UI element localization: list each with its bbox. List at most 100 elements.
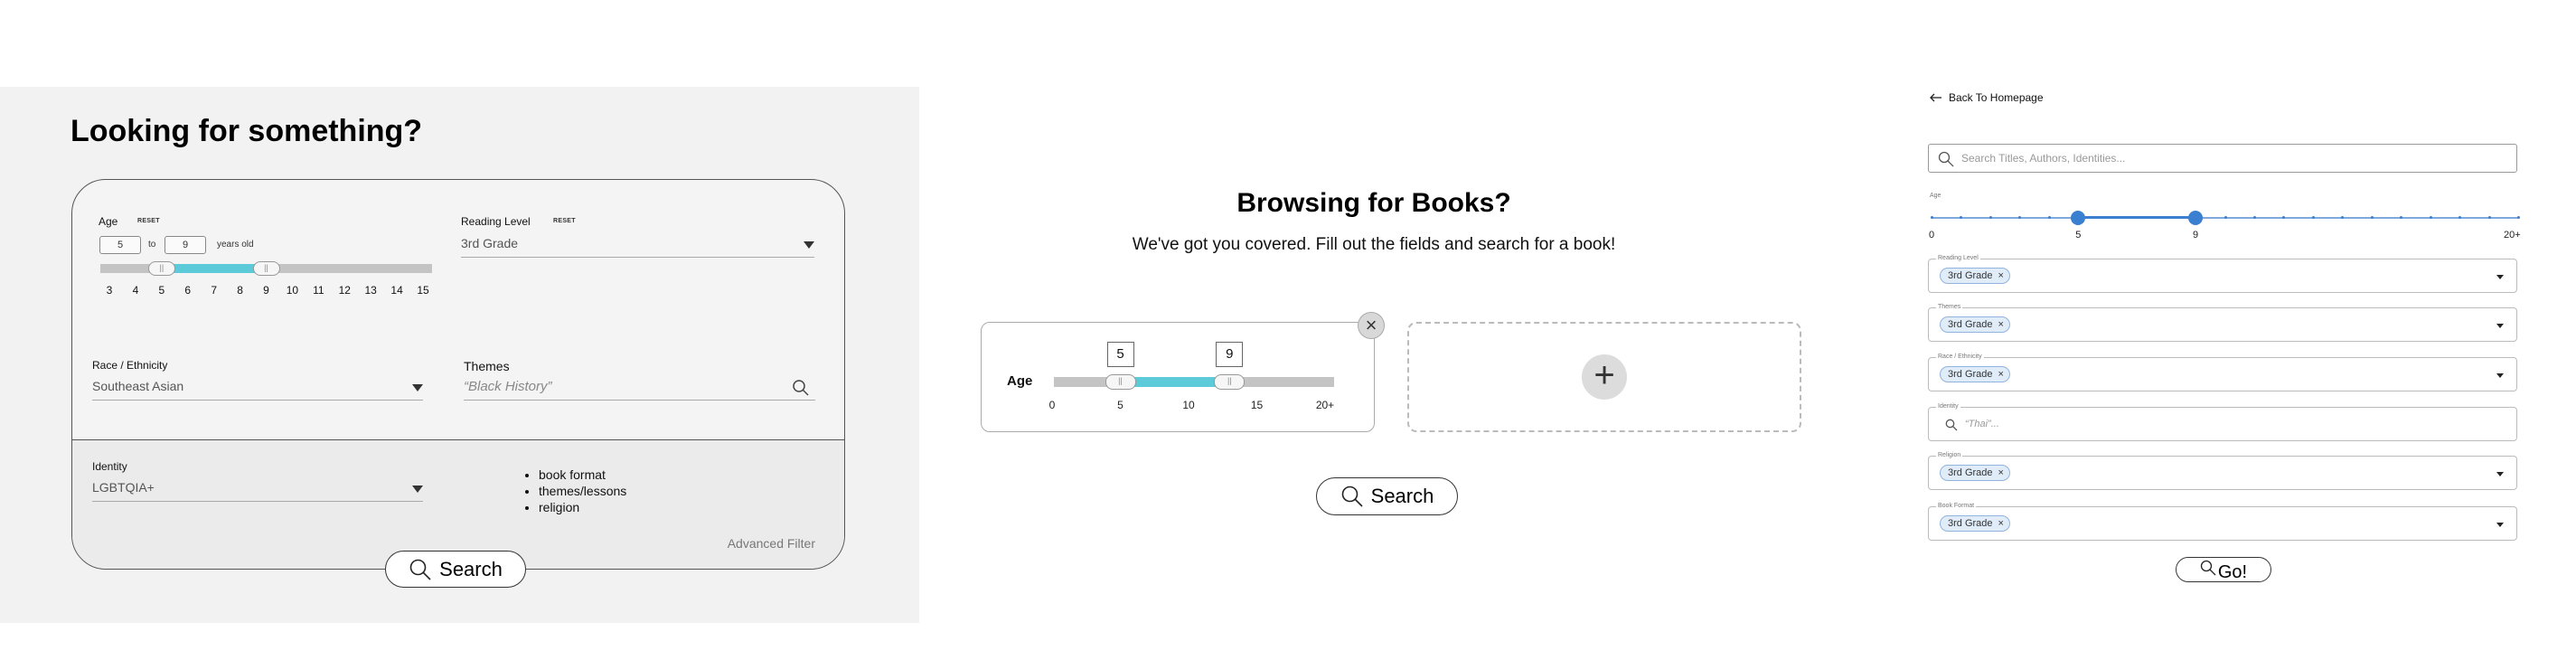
arrow-left-icon xyxy=(1930,93,1941,102)
chevron-down-icon[interactable] xyxy=(2496,523,2504,527)
age-tick-label: 9 xyxy=(263,284,269,297)
close-icon[interactable]: × xyxy=(1358,312,1385,339)
age-min-value-box[interactable]: 5 xyxy=(1106,342,1134,367)
selected-chip[interactable]: 3rd Grade × xyxy=(1940,515,2010,532)
search-button[interactable]: Search xyxy=(385,551,526,588)
search-button-label: Search xyxy=(439,557,503,580)
chevron-down-icon[interactable] xyxy=(2496,472,2504,476)
search-button[interactable]: Search xyxy=(1316,477,1458,515)
themes-field[interactable]: 3rd Grade × xyxy=(1928,307,2517,342)
search-icon xyxy=(1341,486,1363,507)
age-tick-label: 10 xyxy=(286,284,299,297)
age-reset-button[interactable]: RESET xyxy=(137,218,160,224)
identity-value: LGBTQIA+ xyxy=(92,480,155,495)
plus-icon[interactable]: + xyxy=(1582,354,1627,400)
age-slider-min-handle[interactable] xyxy=(2071,211,2086,225)
more-filter-item[interactable]: themes/lessons xyxy=(539,484,626,498)
age-slider-min-handle[interactable]: || xyxy=(1105,374,1136,390)
age-slider-step-mark xyxy=(2517,216,2520,219)
age-tick-label: 5 xyxy=(158,284,165,297)
back-to-homepage-label: Back To Homepage xyxy=(1949,91,2044,104)
page-subtitle: We've got you covered. Fill out the fiel… xyxy=(1132,235,1616,254)
age-slider-step-mark xyxy=(2311,216,2315,219)
age-slider-step-mark xyxy=(1988,216,1992,219)
age-slider-step-mark xyxy=(2400,216,2403,219)
religion-label: Religion xyxy=(1936,452,1963,458)
selected-chip[interactable]: 3rd Grade × xyxy=(1940,366,2010,382)
age-tick-label: 9 xyxy=(2193,230,2199,240)
close-icon[interactable]: × xyxy=(1998,270,2004,281)
chevron-down-icon[interactable] xyxy=(2496,275,2504,279)
age-slider-step-mark xyxy=(2370,216,2374,219)
race-ethnicity-value: Southeast Asian xyxy=(92,379,184,393)
more-filter-item[interactable]: religion xyxy=(539,500,626,514)
reading-level-reset-button[interactable]: RESET xyxy=(553,218,576,224)
search-icon xyxy=(1945,419,1958,431)
close-icon[interactable]: × xyxy=(1998,369,2004,380)
age-tick-label: 14 xyxy=(390,284,403,297)
age-slider-step-mark xyxy=(2458,216,2462,219)
age-slider-step-mark xyxy=(2106,216,2110,219)
chip-label: 3rd Grade xyxy=(1948,270,1993,281)
age-tick-label: 15 xyxy=(417,284,429,297)
race-ethnicity-select[interactable]: Southeast Asian xyxy=(92,379,423,401)
race-ethnicity-label: Race / Ethnicity xyxy=(1936,354,1984,360)
more-filter-item[interactable]: book format xyxy=(539,467,626,482)
close-icon[interactable]: × xyxy=(1998,467,2004,478)
age-tick-label: 20+ xyxy=(2504,230,2521,240)
age-tick-label: 0 xyxy=(1048,399,1056,411)
chip-label: 3rd Grade xyxy=(1948,467,1993,478)
search-placeholder: Search Titles, Authors, Identities... xyxy=(1961,152,2126,165)
age-max-value-box[interactable]: 9 xyxy=(1216,342,1244,367)
age-max-input[interactable]: 9 xyxy=(165,236,206,254)
close-icon[interactable]: × xyxy=(1998,319,2004,330)
age-slider-step-mark xyxy=(2487,216,2491,219)
page-title: Browsing for Books? xyxy=(1236,188,1511,218)
reading-level-select[interactable]: 3rd Grade xyxy=(461,236,814,258)
go-button[interactable]: Go! xyxy=(2176,557,2271,582)
selected-chip[interactable]: 3rd Grade × xyxy=(1940,316,2010,333)
race-ethnicity-field[interactable]: 3rd Grade × xyxy=(1928,357,2517,391)
age-slider-max-handle[interactable]: || xyxy=(252,261,280,276)
reading-level-field[interactable]: 3rd Grade × xyxy=(1928,259,2517,293)
search-input[interactable]: Search Titles, Authors, Identities... xyxy=(1928,144,2517,173)
age-tick-label: 3 xyxy=(106,284,113,297)
age-slider-step-mark xyxy=(1960,216,1963,219)
chevron-down-icon[interactable] xyxy=(2496,324,2504,328)
search-icon[interactable] xyxy=(792,379,810,397)
age-slider-step-mark xyxy=(2165,216,2168,219)
age-label: Age xyxy=(1007,373,1033,389)
chip-label: 3rd Grade xyxy=(1948,518,1993,529)
page-title: Looking for something? xyxy=(71,114,423,148)
age-slider-step-mark xyxy=(2429,216,2432,219)
age-slider-min-handle[interactable]: || xyxy=(147,261,175,276)
themes-label: Themes xyxy=(464,359,510,373)
age-slider-fill xyxy=(161,264,267,273)
go-button-label: Go! xyxy=(2217,561,2248,582)
chevron-down-icon[interactable] xyxy=(2496,373,2504,378)
selected-chip[interactable]: 3rd Grade × xyxy=(1940,268,2010,284)
more-filters-list: book format themes/lessons religion xyxy=(526,467,626,516)
book-format-label: Book Format xyxy=(1936,503,1977,509)
selected-chip[interactable]: 3rd Grade × xyxy=(1940,465,2010,481)
identity-select[interactable]: LGBTQIA+ xyxy=(92,480,423,502)
themes-input[interactable]: “Black History” xyxy=(464,379,815,401)
age-tick-label: 11 xyxy=(313,284,324,297)
back-to-homepage-link[interactable]: Back To Homepage xyxy=(1930,91,2044,104)
identity-field[interactable]: “Thai”... xyxy=(1928,407,2517,441)
age-tick-label: 5 xyxy=(1117,399,1123,411)
book-format-field[interactable]: 3rd Grade × xyxy=(1928,506,2517,541)
age-tick-label: 6 xyxy=(184,284,192,297)
identity-label: Identity xyxy=(1936,403,1960,410)
age-min-input[interactable]: 5 xyxy=(99,236,141,254)
age-slider-step-mark xyxy=(2018,216,2022,219)
advanced-filter-link[interactable]: Advanced Filter xyxy=(728,536,815,551)
religion-field[interactable]: 3rd Grade × xyxy=(1928,456,2517,490)
age-slider-max-handle[interactable]: || xyxy=(1214,374,1246,390)
chip-label: 3rd Grade xyxy=(1948,369,1993,380)
chevron-down-icon xyxy=(412,486,423,493)
close-icon[interactable]: × xyxy=(1998,518,2004,529)
search-icon xyxy=(409,559,431,580)
age-slider-max-handle[interactable] xyxy=(2188,211,2204,225)
age-tick-label: 7 xyxy=(211,284,217,297)
